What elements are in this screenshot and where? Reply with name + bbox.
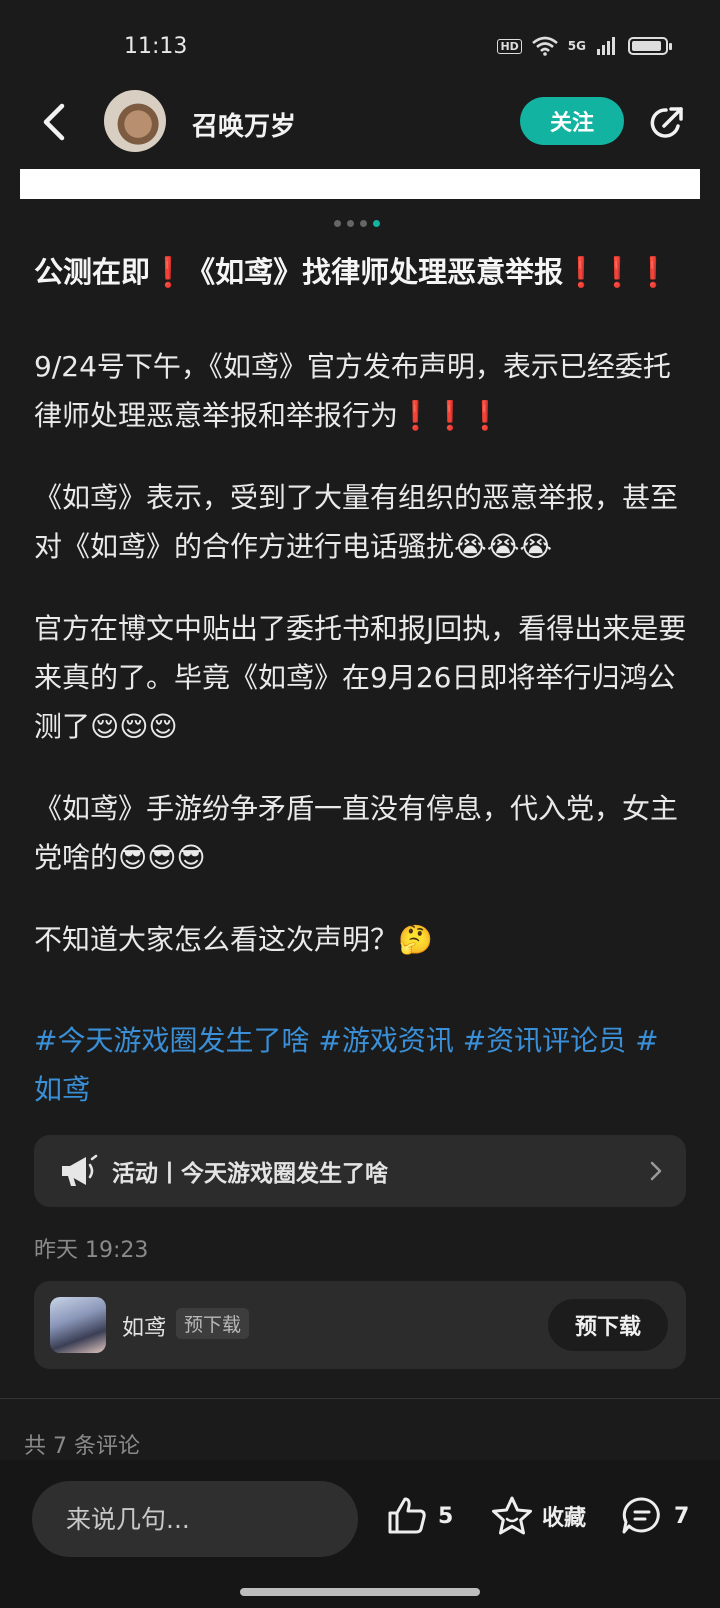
carousel-dot (347, 220, 354, 227)
comment-input[interactable] (32, 1481, 358, 1557)
post-paragraph: 9/24号下午，《如鸢》官方发布声明，表示已经委托律师处理恶意举报和举报行为❗❗… (34, 350, 671, 432)
status-icons: HD 5G (497, 36, 672, 56)
hashtag-links[interactable]: #今天游戏圈发生了啥 #游戏资讯 #资讯评论员 #如鸢 (34, 1016, 684, 1114)
share-icon[interactable] (648, 102, 688, 142)
activity-banner[interactable]: 活动丨今天游戏圈发生了啥 (34, 1135, 686, 1207)
comments-count: 共 7 条评论 (24, 1434, 140, 1459)
author-name[interactable]: 召唤万岁 (192, 106, 296, 143)
network-type: 5G (567, 39, 586, 53)
game-icon (50, 1297, 106, 1353)
carousel-indicator (334, 220, 380, 227)
post-paragraph: 官方在博文中贴出了委托书和报J回执，看得出来是要来真的了。毕竟《如鸢》在9月26… (34, 612, 687, 743)
carousel-dot (373, 220, 380, 227)
divider (0, 1398, 720, 1399)
megaphone-icon (62, 1154, 98, 1186)
author-avatar[interactable] (104, 90, 166, 152)
carousel-dot (360, 220, 367, 227)
game-card[interactable]: 如鸢 预下载 预下载 (34, 1281, 686, 1369)
favorite-button[interactable]: 收藏 (490, 1495, 586, 1537)
game-name: 如鸢 (122, 1316, 167, 1341)
post-paragraph: 不知道大家怎么看这次声明？🤔 (34, 923, 433, 956)
favorite-label: 收藏 (542, 1506, 587, 1531)
chevron-right-icon (650, 1161, 662, 1181)
hd-icon: HD (497, 38, 522, 54)
home-indicator[interactable] (240, 1588, 480, 1596)
post-timestamp: 昨天 19:23 (34, 1238, 149, 1263)
star-icon (492, 1496, 532, 1535)
like-button[interactable]: 5 (386, 1495, 453, 1537)
game-status-tag: 预下载 (176, 1308, 250, 1339)
back-button[interactable] (36, 100, 76, 144)
like-count: 5 (438, 1503, 454, 1529)
comments-button[interactable]: 7 (620, 1495, 689, 1537)
post-paragraph: 《如鸢》手游纷争矛盾一直没有停息，代入党，女主党啥的😎😎😎 (34, 792, 679, 874)
status-time: 11:13 (124, 34, 188, 59)
predownload-button[interactable]: 预下载 (548, 1299, 668, 1351)
post-paragraph: 《如鸢》表示，受到了大量有组织的恶意举报，甚至对《如鸢》的合作方进行电话骚扰😭😭… (34, 481, 679, 563)
post-image[interactable] (20, 169, 700, 199)
carousel-dot (334, 220, 341, 227)
follow-button[interactable]: 关注 (520, 97, 624, 145)
wifi-icon (531, 36, 558, 56)
comment-count: 7 (674, 1503, 690, 1529)
activity-label: 活动丨今天游戏圈发生了啥 (112, 1161, 388, 1187)
post-title: 公测在即❗《如鸢》找律师处理恶意举报❗❗❗ (34, 255, 672, 289)
battery-icon (628, 37, 672, 55)
battery-level (632, 41, 661, 51)
signal-icon (597, 37, 615, 55)
thumbs-up-icon (388, 1497, 426, 1534)
comment-bubble-icon (622, 1497, 660, 1534)
